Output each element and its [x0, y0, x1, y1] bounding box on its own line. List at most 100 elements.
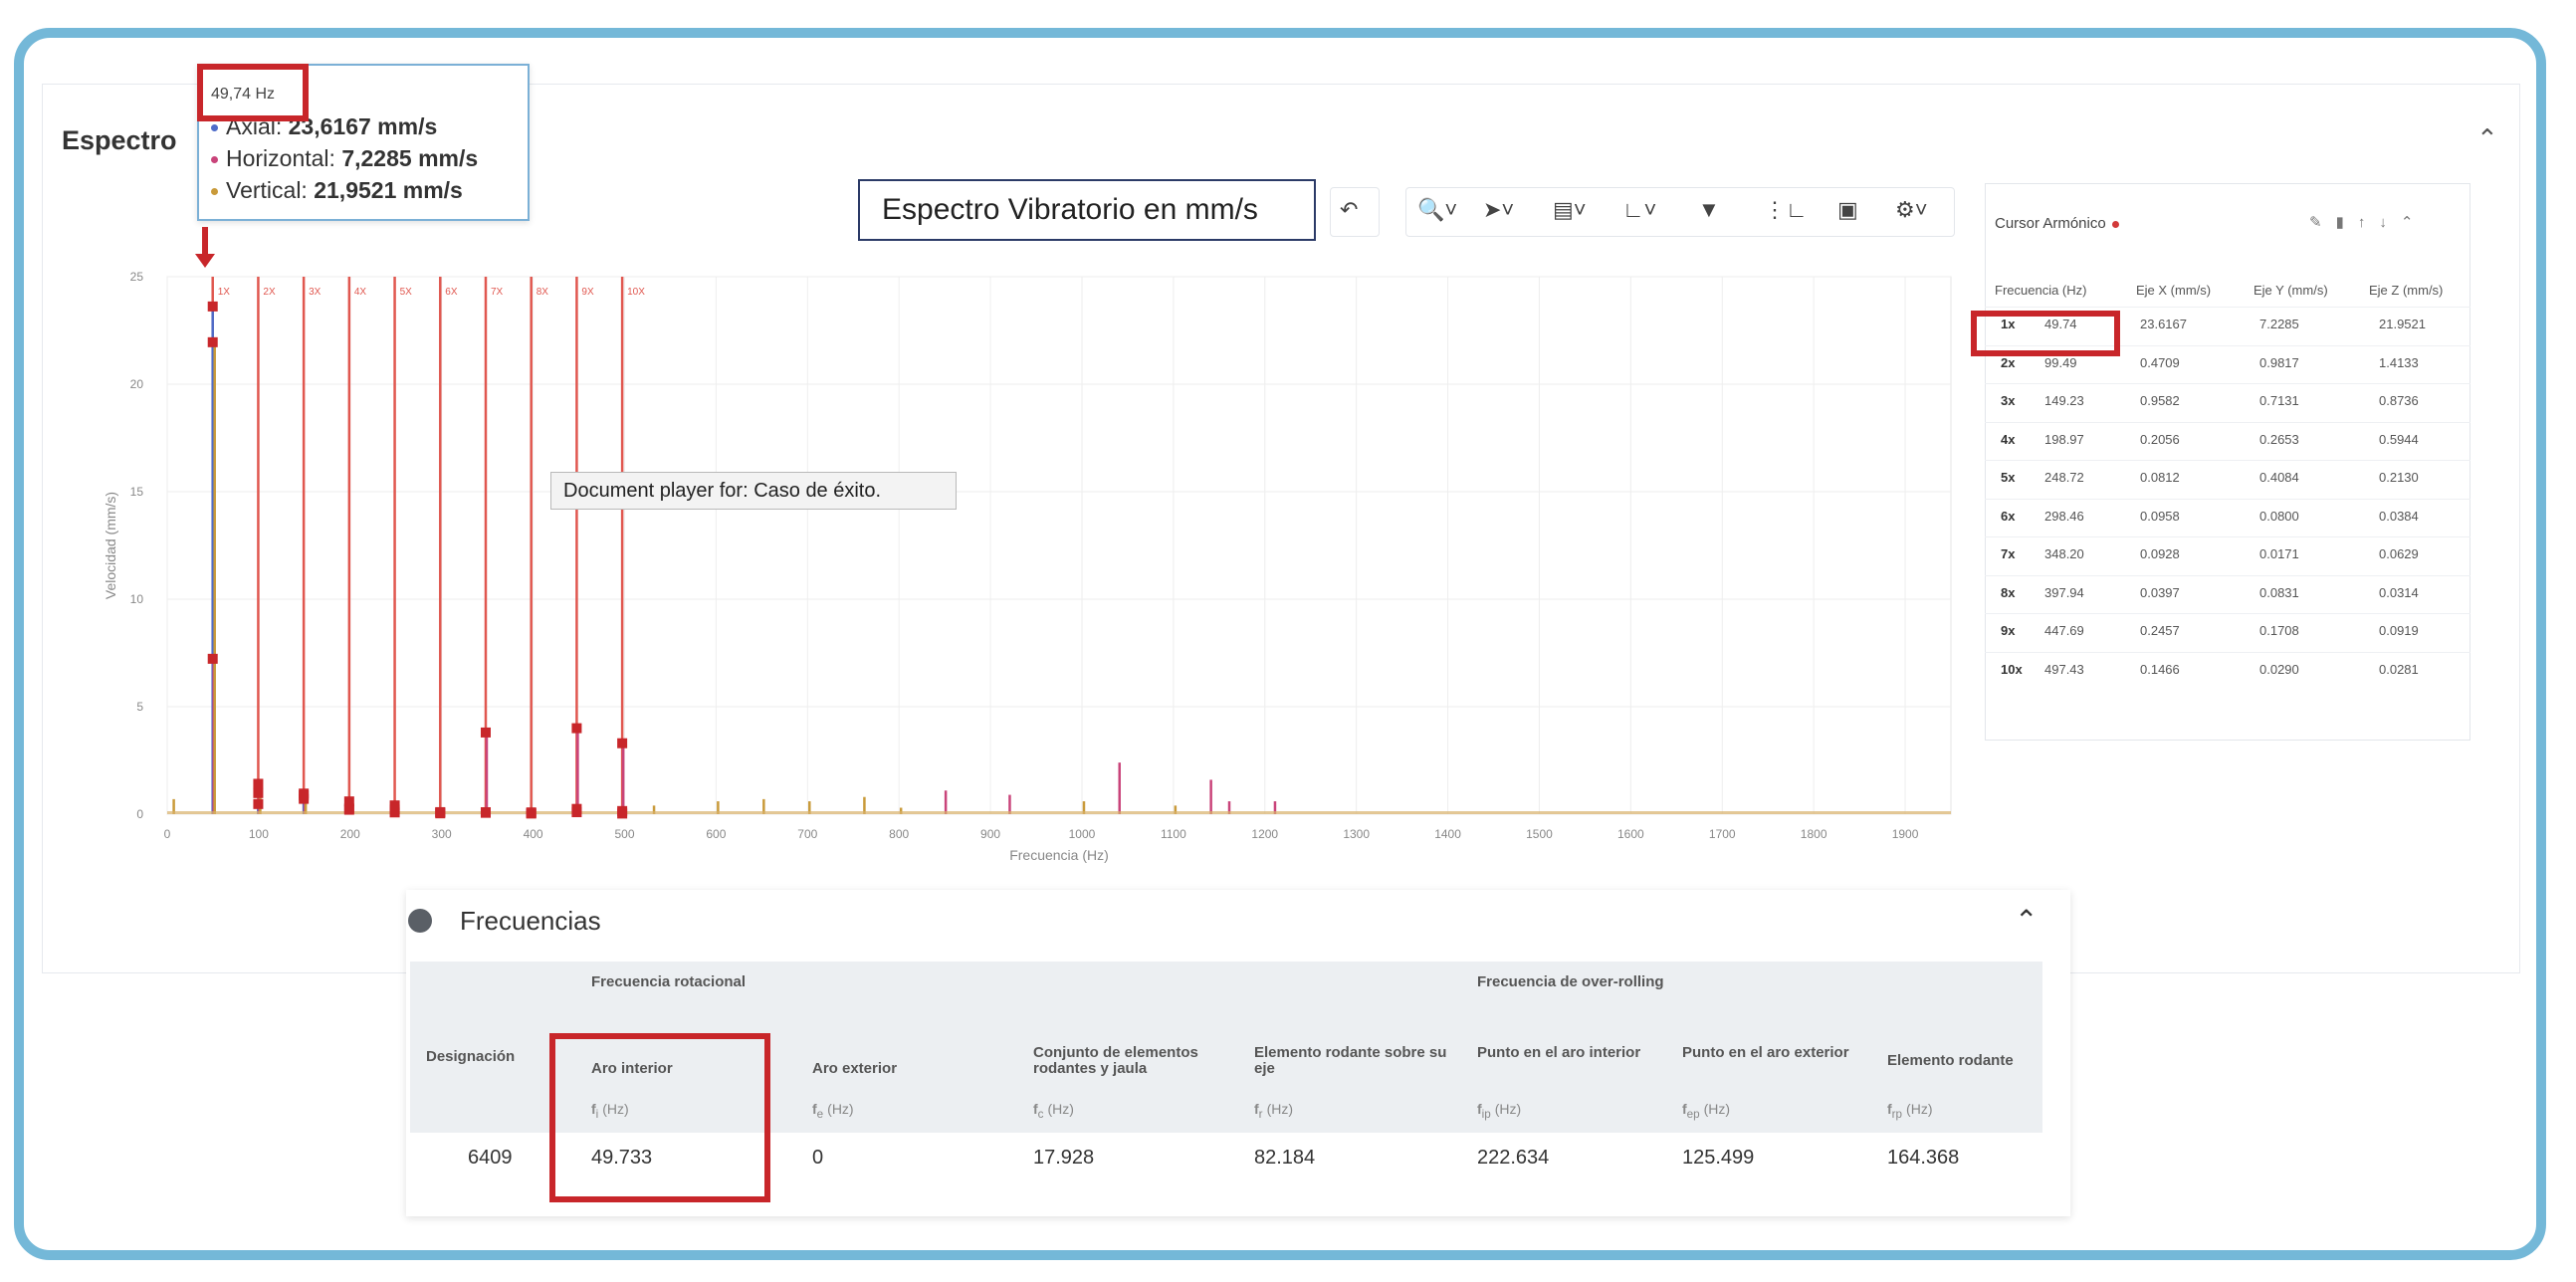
harmonic-cell: 397.94	[2044, 584, 2084, 600]
cursor-marker	[526, 808, 537, 819]
frequency-value: 164.368	[1887, 1147, 1960, 1169]
cursor-marker	[617, 808, 628, 819]
y-tick-label: 0	[136, 807, 143, 821]
frequencies-group-header	[410, 962, 2042, 1023]
harmonic-cell: 0.0919	[2379, 623, 2419, 638]
harmonic-cell: 447.69	[2044, 623, 2084, 638]
select-icon[interactable]: ▤˅	[1553, 197, 1587, 223]
collapse-caret-icon[interactable]: ⌃	[2015, 904, 2038, 937]
cursor-marker	[480, 727, 491, 738]
harmonic-cursor-label: 2X	[263, 287, 276, 298]
unit-hz: (Hz)	[1703, 1101, 1731, 1117]
pointer-icon[interactable]: ➤˅	[1483, 197, 1514, 223]
harmonic-cell: 99.49	[2044, 354, 2077, 370]
unit-hz: (Hz)	[827, 1101, 854, 1117]
harmonic-cursor-label: 5X	[400, 287, 413, 298]
harmonic-cell: 0.0629	[2379, 546, 2419, 561]
harmonic-header-y: Eje Y (mm/s)	[2254, 283, 2328, 298]
column-unit: fc (Hz)	[1033, 1101, 1074, 1121]
x-tick-label: 400	[524, 827, 543, 841]
delete-icon[interactable]: ▮	[2336, 214, 2358, 231]
unit-hz: (Hz)	[1494, 1101, 1522, 1117]
harmonic-cell: 0.2457	[2140, 623, 2180, 638]
cursor-marker	[253, 798, 264, 809]
frequency-value: 17.928	[1033, 1147, 1095, 1169]
harmonic-cell: 298.46	[2044, 508, 2084, 524]
column-header: Punto en el aro exterior	[1682, 1044, 1849, 1061]
header-designation: Designación	[426, 1048, 516, 1065]
status-dot-icon	[2111, 220, 2119, 228]
designation-value: 6409	[468, 1147, 513, 1169]
cursor-marker	[253, 787, 264, 798]
unit-hz: (Hz)	[1906, 1101, 1933, 1117]
column-header: Elemento rodante	[1887, 1052, 2014, 1069]
unit-hz: (Hz)	[1266, 1101, 1293, 1117]
harmonic-order: 10x	[2001, 661, 2023, 677]
column-unit: fip (Hz)	[1477, 1101, 1521, 1121]
tooltip-value: 7,2285 mm/s	[341, 145, 479, 171]
harmonic-actions[interactable]: ✎▮↑↓⌃	[2309, 213, 2427, 231]
column-unit: fe (Hz)	[812, 1101, 854, 1121]
line-chart-icon[interactable]: ∟˅	[1622, 197, 1656, 223]
harmonic-order: 7x	[2001, 546, 2016, 561]
harmonic-cell: 0.1466	[2140, 661, 2180, 677]
x-tick-label: 900	[980, 827, 1000, 841]
harmonic-cell: 149.23	[2044, 393, 2084, 408]
harmonic-cell: 198.97	[2044, 431, 2084, 447]
cursor-marker	[480, 807, 491, 818]
cursor-marker	[207, 336, 218, 347]
harmonic-cell: 0.2653	[2259, 431, 2299, 447]
harmonic-order: 5x	[2001, 470, 2016, 485]
spectrum-chart[interactable]: 0 100 200 300 400 500 600 700 800 900 1000 1100 1200…	[60, 261, 1971, 898]
cursor-marker	[299, 790, 310, 801]
x-tick-label: 600	[706, 827, 726, 841]
harmonic-order: 8x	[2001, 584, 2016, 600]
harmonic-cell: 0.1708	[2259, 623, 2299, 638]
plot-frame	[166, 276, 1952, 815]
harmonic-cursor-label: 4X	[354, 287, 367, 298]
zoom-icon[interactable]: 🔍˅	[1417, 197, 1457, 223]
column-header: Punto en el aro interior	[1477, 1044, 1641, 1061]
x-tick-label: 1700	[1709, 827, 1736, 841]
harmonic-order: 3x	[2001, 393, 2016, 408]
harmonic-cell: 21.9521	[2379, 317, 2426, 331]
collapse-caret-icon[interactable]: ⌃	[2476, 123, 2498, 154]
cursor-marker	[617, 738, 628, 748]
edit-icon[interactable]: ✎	[2309, 214, 2336, 231]
x-tick-label: 100	[249, 827, 269, 841]
tooltip-label: Horizontal:	[226, 145, 335, 171]
harmonic-cell: 0.0171	[2259, 546, 2299, 561]
harmonic-cell: 0.0290	[2259, 661, 2299, 677]
harmonic-cell: 0.2130	[2379, 470, 2419, 485]
y-tick-label: 10	[130, 592, 144, 606]
settings-icon[interactable]: ⚙˅	[1895, 197, 1928, 223]
harmonic-cell: 0.9817	[2259, 354, 2299, 370]
brand-logo-icon	[408, 909, 432, 933]
harmonic-cursor-label: 8X	[537, 287, 549, 298]
harmonic-cell: 7.2285	[2259, 317, 2299, 331]
frequency-value: 125.499	[1682, 1147, 1755, 1169]
harmonic-cell: 248.72	[2044, 470, 2084, 485]
chevron-up-icon[interactable]: ⌃	[2401, 214, 2428, 231]
column-unit: fr (Hz)	[1254, 1101, 1293, 1121]
harmonic-cell: 0.0928	[2140, 546, 2180, 561]
tooltip-value: 23,6167 mm/s	[288, 113, 438, 139]
cursor-marker	[343, 796, 354, 807]
harmonic-order: 2x	[2001, 354, 2016, 370]
y-tick-label: 20	[130, 377, 144, 391]
arrow-up-icon[interactable]: ↑	[2358, 214, 2380, 231]
arrow-down-icon[interactable]: ↓	[2379, 214, 2401, 231]
undo-icon[interactable]: ↶	[1340, 197, 1358, 223]
y-tick-label: 15	[130, 485, 144, 499]
card-title: Espectro	[62, 125, 177, 155]
axial-dot-icon	[211, 124, 218, 132]
harmonic-cell: 0.0397	[2140, 584, 2180, 600]
x-tick-label: 1200	[1251, 827, 1278, 841]
comment-icon[interactable]: ▣	[1837, 197, 1858, 223]
x-tick-label: 200	[340, 827, 360, 841]
x-tick-label: 700	[797, 827, 817, 841]
filter-icon[interactable]: ▼	[1698, 197, 1720, 223]
tooltip-row-horizontal: Horizontal: 7,2285 mm/s	[211, 145, 478, 172]
harmonic-cursor-label: 1X	[218, 287, 231, 298]
scatter-icon[interactable]: ⋮∟	[1764, 197, 1808, 223]
